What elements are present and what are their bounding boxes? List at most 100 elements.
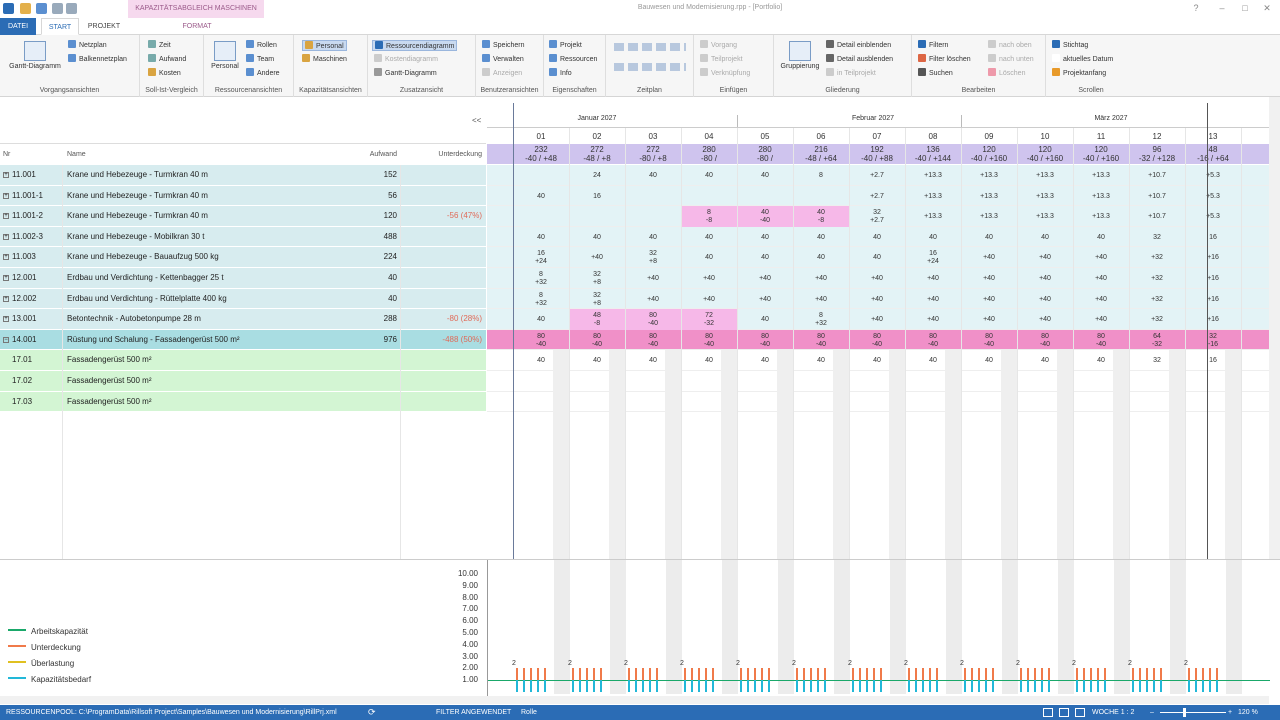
table-row[interactable]: 17.02 Fassadengerüst 500 m² [0,371,486,392]
balkennetzplan-button[interactable]: Balkennetzplan [68,54,127,65]
projektanfang-button[interactable]: Projektanfang [1052,68,1106,79]
aktuelles-datum-button[interactable]: aktuelles Datum [1052,54,1113,65]
help-icon[interactable]: ? [1189,3,1203,14]
vorgang-button[interactable]: Vorgang [700,40,737,51]
filtern-button[interactable]: Filtern [918,40,948,51]
unterdeckung-bar [1020,668,1022,681]
col-aufwand[interactable]: Aufwand [340,151,397,158]
table-row[interactable]: +11.001 Krane und Hebezeuge - Turmkran 40… [0,165,486,186]
expand-toggle-icon[interactable]: + [3,295,9,302]
horizontal-scrollbar[interactable] [0,696,1269,704]
open-icon[interactable] [20,3,31,14]
detail-einblenden-button[interactable]: Detail einblenden [826,40,891,51]
expand-toggle-icon[interactable]: + [3,192,9,199]
filter-icon [918,40,926,48]
verwalten-button[interactable]: Verwalten [482,54,524,65]
expand-toggle-icon[interactable]: + [3,213,9,220]
timeline-cell: -16 [1207,340,1219,348]
view-gantt-icon[interactable] [1059,708,1069,717]
stichtag-button[interactable]: Stichtag [1052,40,1088,51]
expand-toggle-icon[interactable]: − [3,336,9,343]
zoom-slider[interactable] [1160,712,1226,713]
timeline-cell: +40 [1095,295,1107,303]
tab-projekt[interactable]: PROJEKT [83,18,125,35]
collapse-panel-button[interactable]: << [472,116,481,125]
tab-datei[interactable]: DATEI [0,18,36,35]
andere-button[interactable]: Andere [246,68,280,79]
expand-toggle-icon[interactable]: + [3,233,9,240]
col-unterdeckung[interactable]: Unterdeckung [405,151,482,158]
sum-total: 120 [1094,145,1108,154]
zusatz-gantt-button[interactable]: Gantt-Diagramm [374,68,437,79]
kostendiagramm-button[interactable]: Kostendiagramm [374,54,438,65]
expand-toggle-icon[interactable]: + [3,172,9,178]
gruppierung-button[interactable]: Gruppierung [776,41,824,70]
projekt-button[interactable]: Projekt [549,40,582,51]
stichtag-icon [1052,40,1060,48]
redo-icon[interactable] [66,3,77,14]
table-row[interactable]: +11.001-2 Krane und Hebezeuge - Turmkran … [0,206,486,227]
netzplan-button[interactable]: Netzplan [68,40,107,51]
vertical-scrollbar[interactable] [1269,97,1280,559]
refresh-icon[interactable]: ⟳ [368,705,376,720]
filter-loeschen-button[interactable]: Filter löschen [918,54,971,65]
zoom-out-icon[interactable]: – [1150,705,1154,720]
detail-ausblenden-button[interactable]: Detail ausblenden [826,54,893,65]
col-nr[interactable]: Nr [3,151,10,158]
col-name[interactable]: Name [67,151,86,158]
table-row[interactable]: 17.01 Fassadengerüst 500 m² [0,350,486,371]
zeitplan-scale-icons[interactable] [614,63,686,71]
gantt-button[interactable]: Gantt-Diagramm [4,41,66,70]
table-row[interactable]: −14.001 Rüstung und Schalung - Fassadenge… [0,329,486,351]
in-teilprojekt-button[interactable]: in Teilprojekt [826,68,876,79]
ressourcen-button[interactable]: Ressourcen [549,54,597,65]
personal-button[interactable]: Personal [208,41,242,70]
maschinen-button[interactable]: Maschinen [302,54,347,65]
save-icon[interactable] [36,3,47,14]
kapazitaetsbedarf-bar [859,680,861,692]
table-row[interactable]: 17.03 Fassadengerüst 500 m² [0,391,486,413]
table-row[interactable]: +11.002-3 Krane und Hebezeuge - Mobilkran… [0,226,486,248]
expand-toggle-icon[interactable]: + [3,254,9,261]
timeline-cell: +13.3 [980,192,998,200]
info-button[interactable]: Info [549,68,572,79]
row-aufwand: 40 [388,293,397,303]
loeschen-button[interactable]: Löschen [988,68,1025,79]
teilprojekt-button[interactable]: Teilprojekt [700,54,743,65]
zeitplan-zoom-icons[interactable] [614,43,686,51]
zoom-in-icon[interactable]: + [1228,705,1232,720]
aufwand-button[interactable]: Aufwand [148,54,186,65]
ressourcendiagramm-button[interactable]: Ressourcendiagramm [372,40,458,51]
close-icon[interactable]: ✕ [1260,3,1274,14]
anzeigen-button[interactable]: Anzeigen [482,68,522,79]
undo-icon[interactable] [52,3,63,14]
zeit-button[interactable]: Zeit [148,40,171,51]
view-chart-icon[interactable] [1075,708,1085,717]
expand-toggle-icon[interactable]: + [3,275,9,281]
expand-toggle-icon[interactable]: + [3,316,9,323]
nach-oben-button[interactable]: nach oben [988,40,1032,51]
speichern-button[interactable]: Speichern [482,40,525,51]
nach-unten-button[interactable]: nach unten [988,54,1034,65]
minimize-icon[interactable]: – [1215,3,1229,14]
table-row[interactable]: +11.001-1 Krane und Hebezeuge - Turmkran … [0,185,486,207]
table-row[interactable]: +12.002 Erdbau und Verdichtung - Rüttelpl… [0,288,486,310]
zoom-slider-thumb[interactable] [1183,708,1186,717]
verknuepfung-button[interactable]: Verknüpfung [700,68,750,79]
tab-start[interactable]: START [41,18,79,35]
suchen-button[interactable]: Suchen [918,68,953,79]
row-nr: 13.001 [12,314,37,324]
row-name: Erdbau und Verdichtung - Rüttelplatte 40… [67,293,227,303]
kapazitaet-personal-button[interactable]: Personal [302,40,347,51]
team-button[interactable]: Team [246,54,274,65]
timeline-cell: +13.3 [980,172,998,179]
table-row[interactable]: +13.001 Betontechnik - Autobetonpumpe 28 … [0,309,486,330]
table-row[interactable]: +11.003 Krane und Hebezeuge - Bauaufzug 5… [0,247,486,268]
kosten-button[interactable]: Kosten [148,68,181,79]
timeline-cell: +8 [593,279,601,286]
rollen-button[interactable]: Rollen [246,40,277,51]
view-normal-icon[interactable] [1043,708,1053,717]
table-row[interactable]: +12.001 Erdbau und Verdichtung - Kettenba… [0,268,486,289]
maximize-icon[interactable]: □ [1238,3,1252,14]
tab-format[interactable]: FORMAT [163,18,231,35]
